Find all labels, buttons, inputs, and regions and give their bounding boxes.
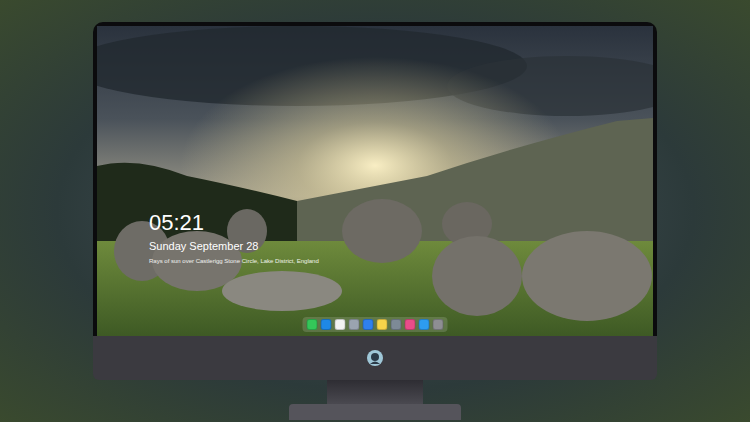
clock-block: 05:21 Sunday September 28 Rays of sun over… (149, 209, 319, 265)
wallpaper-photo (97, 26, 653, 336)
dock-app-icon[interactable] (363, 319, 374, 330)
monitor: 05:21 Sunday September 28 Rays of sun over… (93, 22, 657, 380)
page: 05:21 Sunday September 28 Rays of sun over… (0, 0, 750, 422)
logo-icon (366, 349, 384, 367)
monitor-chin (93, 336, 657, 380)
dock-app-icon[interactable] (391, 319, 402, 330)
dock-app-icon[interactable] (377, 319, 388, 330)
dock-app-icon[interactable] (419, 319, 430, 330)
dock (303, 317, 448, 332)
monitor-bezel: 05:21 Sunday September 28 Rays of sun over… (93, 22, 657, 336)
lock-screen: 05:21 Sunday September 28 Rays of sun over… (97, 26, 653, 336)
dock-app-icon[interactable] (433, 319, 444, 330)
dock-app-icon[interactable] (335, 319, 346, 330)
dock-app-icon[interactable] (321, 319, 332, 330)
monitor-base (289, 404, 461, 420)
clock-date: Sunday September 28 (149, 239, 319, 253)
dock-app-icon[interactable] (405, 319, 416, 330)
monitor-neck (327, 380, 423, 404)
dock-app-icon[interactable] (349, 319, 360, 330)
dock-app-icon[interactable] (307, 319, 318, 330)
photo-caption: Rays of sun over Castlerigg Stone Circle… (149, 257, 319, 265)
clock-time: 05:21 (149, 209, 319, 237)
